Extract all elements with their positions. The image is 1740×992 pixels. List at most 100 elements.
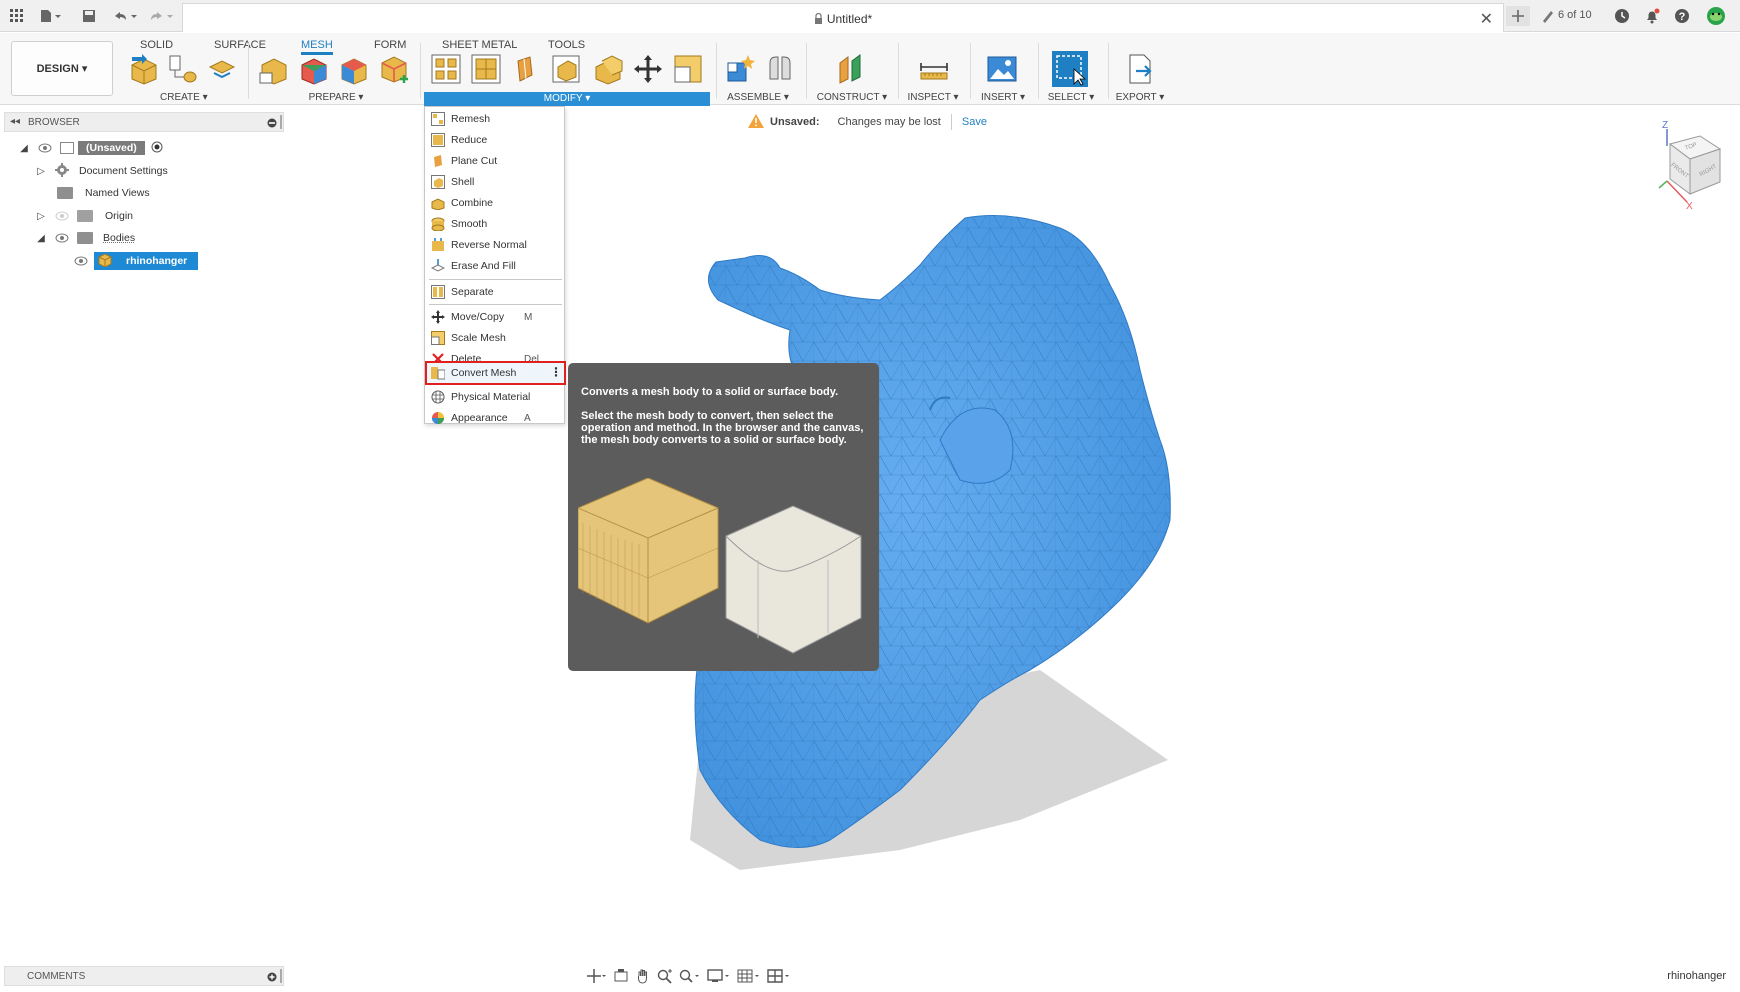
browser-item-origin[interactable]: ▷ Origin [35, 207, 133, 225]
save-link[interactable]: Save [962, 116, 987, 128]
collapse-triangle-icon[interactable]: ◢ [18, 142, 30, 154]
file-menu-icon[interactable] [38, 6, 64, 26]
menu-item-smooth[interactable]: Smooth [427, 214, 562, 234]
menu-item-remesh[interactable]: Remesh [427, 109, 562, 129]
minimize-icon[interactable] [267, 117, 277, 131]
shell-tool-icon[interactable] [550, 53, 582, 85]
more-options-icon[interactable]: ⋮ [550, 365, 562, 379]
zoom-icon[interactable] [657, 968, 673, 987]
collapse-panel-icon[interactable]: ◂◂ [10, 116, 20, 127]
document-tab[interactable]: Untitled* ✕ [182, 3, 1504, 32]
export-group-label[interactable]: EXPORT ▾ [1114, 92, 1166, 103]
fit-zoom-icon[interactable] [679, 968, 701, 987]
expand-triangle-icon[interactable]: ▷ [35, 210, 47, 222]
prepare-group-label[interactable]: PREPARE ▾ [306, 92, 366, 103]
display-settings-icon[interactable] [707, 968, 731, 987]
modify-group-label[interactable]: MODIFY ▾ [424, 92, 710, 106]
menu-item-erase-and-fill[interactable]: Erase And Fill [427, 256, 562, 276]
select-tool-icon[interactable] [1052, 51, 1088, 87]
root-component-label[interactable]: (Unsaved) [78, 141, 145, 155]
menu-item-move-copy[interactable]: Move/Copy M [427, 307, 562, 327]
menu-item-convert-mesh[interactable]: Convert Mesh ⋮ [425, 361, 566, 385]
scale-mesh-tool-icon[interactable] [672, 53, 704, 85]
job-status-icon[interactable] [1540, 6, 1556, 26]
clock-icon[interactable] [1612, 6, 1632, 26]
remesh-tool-icon[interactable] [430, 53, 462, 85]
browser-item-bodies[interactable]: ◢ Bodies [35, 229, 135, 247]
menu-divider [429, 304, 562, 305]
app-grid-icon[interactable] [8, 6, 26, 26]
construct-group-label[interactable]: CONSTRUCT ▾ [816, 92, 888, 103]
close-tab-icon[interactable]: ✕ [1480, 9, 1493, 29]
tab-surface[interactable]: SURFACE [214, 35, 266, 55]
menu-item-scale-mesh[interactable]: Scale Mesh [427, 328, 562, 348]
job-step-count[interactable]: 6 of 10 [1558, 9, 1592, 21]
plane-cut-tool-icon[interactable] [508, 53, 540, 85]
tessellate-icon[interactable] [206, 53, 238, 85]
tab-form[interactable]: FORM [374, 35, 406, 55]
joint-icon[interactable] [764, 53, 796, 85]
menu-item-shell[interactable]: Shell [427, 172, 562, 192]
user-avatar-icon[interactable] [1703, 6, 1729, 26]
add-comment-icon[interactable] [267, 971, 277, 985]
notification-bell-icon[interactable] [1642, 6, 1662, 26]
redo-icon[interactable] [146, 6, 176, 26]
workspace-switcher-button[interactable]: DESIGN ▾ [11, 41, 113, 96]
tab-sheet-metal[interactable]: SHEET METAL [442, 35, 517, 55]
orbit-icon[interactable] [585, 968, 607, 987]
reduce-tool-icon[interactable] [470, 53, 502, 85]
menu-item-reduce[interactable]: Reduce [427, 130, 562, 150]
pan-hand-icon[interactable] [635, 968, 651, 987]
combine-tool-icon[interactable] [592, 53, 624, 85]
selected-body-highlight[interactable]: rhinohanger [94, 252, 198, 270]
menu-item-plane-cut[interactable]: Plane Cut [427, 151, 562, 171]
assemble-group-label[interactable]: ASSEMBLE ▾ [726, 92, 790, 103]
view-cube[interactable]: Z TOP FRONT RIGHT X [1645, 120, 1725, 214]
menu-item-combine[interactable]: Combine [427, 193, 562, 213]
visibility-eye-icon[interactable] [55, 233, 69, 243]
viewports-icon[interactable] [767, 968, 791, 987]
look-at-icon[interactable] [613, 968, 629, 987]
visibility-eye-icon[interactable] [38, 143, 52, 153]
new-component-icon[interactable] [724, 53, 756, 85]
expand-triangle-icon[interactable]: ▷ [35, 165, 47, 177]
measure-icon[interactable] [918, 53, 950, 85]
create-group-label[interactable]: CREATE ▾ [160, 92, 208, 103]
create-face-group-icon[interactable] [166, 53, 198, 85]
tab-tools[interactable]: TOOLS [548, 35, 585, 55]
activate-radio-icon[interactable] [151, 141, 163, 156]
menu-item-reverse-normal[interactable]: Reverse Normal [427, 235, 562, 255]
offset-plane-icon[interactable] [834, 53, 866, 85]
help-icon[interactable]: ? [1672, 6, 1692, 26]
browser-item-rhinohanger[interactable]: rhinohanger [74, 252, 198, 270]
panel-resize-handle[interactable] [280, 969, 282, 983]
grid-settings-icon[interactable] [737, 968, 761, 987]
browser-item-named-views[interactable]: Named Views [35, 184, 150, 202]
hidden-eye-icon[interactable] [55, 211, 69, 221]
tab-solid[interactable]: SOLID [140, 35, 173, 55]
undo-icon[interactable] [110, 6, 140, 26]
collapse-triangle-icon[interactable]: ◢ [35, 232, 47, 244]
panel-resize-handle[interactable] [280, 115, 282, 129]
export-icon[interactable] [1124, 53, 1156, 85]
insert-image-icon[interactable] [986, 53, 1018, 85]
menu-item-physical-material[interactable]: Physical Material [427, 387, 562, 407]
insert-group-label[interactable]: INSERT ▾ [980, 92, 1026, 103]
visibility-eye-icon[interactable] [74, 256, 88, 266]
move-copy-tool-icon[interactable] [632, 53, 664, 85]
menu-item-label: Reduce [451, 134, 488, 146]
repair-mesh-icon[interactable] [258, 53, 290, 85]
inspect-group-label[interactable]: INSPECT ▾ [904, 92, 962, 103]
browser-item-document-settings[interactable]: ▷ Document Settings [35, 162, 168, 180]
convert-face-group-icon[interactable] [378, 53, 410, 85]
tab-mesh[interactable]: MESH [301, 35, 333, 55]
menu-item-appearance[interactable]: Appearance A [427, 408, 562, 428]
generate-face-groups-icon[interactable] [298, 53, 330, 85]
save-icon[interactable] [80, 6, 98, 26]
browser-root-row[interactable]: ◢ (Unsaved) [18, 139, 163, 157]
insert-mesh-icon[interactable] [128, 53, 160, 85]
new-tab-icon[interactable] [1506, 6, 1530, 26]
select-group-label[interactable]: SELECT ▾ [1046, 92, 1096, 103]
menu-item-separate[interactable]: Separate [427, 282, 562, 302]
combine-face-groups-icon[interactable] [338, 53, 370, 85]
